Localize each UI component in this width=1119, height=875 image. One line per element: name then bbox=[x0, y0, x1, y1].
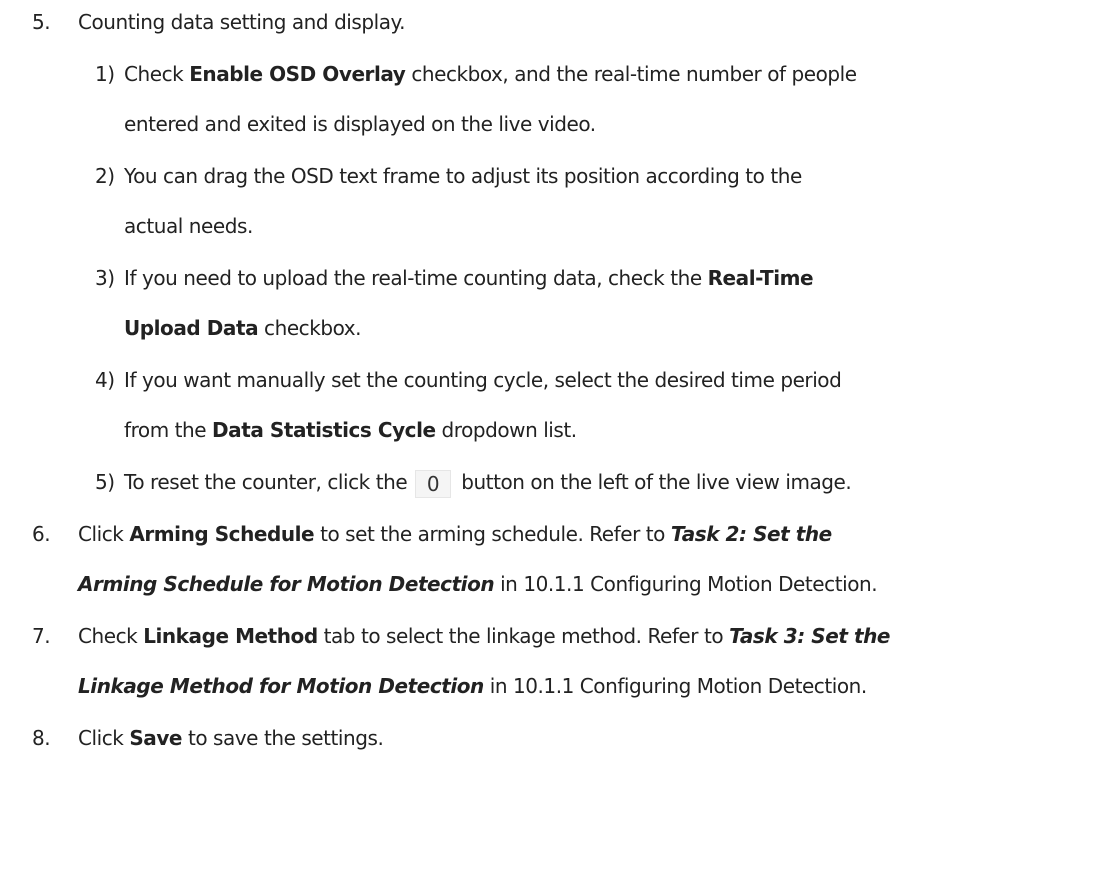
substep-5-post: button on the left of the live view imag… bbox=[461, 470, 852, 494]
step-6-line-2: Arming Schedule for Motion Detection in … bbox=[78, 572, 878, 596]
upload-data-term: Upload Data bbox=[124, 316, 259, 340]
substep-3-number: 3) bbox=[95, 266, 115, 290]
task-2-reference-part-2: Arming Schedule for Motion Detection bbox=[78, 572, 495, 596]
task-3-reference-part-2: Linkage Method for Motion Detection bbox=[78, 674, 484, 698]
reset-counter-button: 0 bbox=[415, 470, 452, 498]
task-2-reference-part-1: Task 2: Set the bbox=[670, 522, 832, 546]
substep-4-number: 4) bbox=[95, 368, 115, 392]
save-term: Save bbox=[129, 726, 183, 750]
substep-1-post: checkbox, and the real-time number of pe… bbox=[405, 62, 857, 86]
data-statistics-cycle-term: Data Statistics Cycle bbox=[212, 418, 436, 442]
substep-1-line-1: Check Enable OSD Overlay checkbox, and t… bbox=[124, 62, 857, 86]
step-8-number: 8. bbox=[32, 726, 51, 750]
substep-1-line-2: entered and exited is displayed on the l… bbox=[124, 112, 596, 136]
substep-2-number: 2) bbox=[95, 164, 115, 188]
step-6-number: 6. bbox=[32, 522, 51, 546]
step-7-number: 7. bbox=[32, 624, 51, 648]
step-6-pre: Click bbox=[78, 522, 130, 546]
substep-1-number: 1) bbox=[95, 62, 115, 86]
substep-5-line: To reset the counter, click the 0 button o… bbox=[124, 470, 852, 498]
step-5-number: 5. bbox=[32, 10, 51, 34]
step-7-line-1: Check Linkage Method tab to select the l… bbox=[78, 624, 890, 648]
step-8-pre: Click bbox=[78, 726, 130, 750]
document-page: 5. Counting data setting and display. 1)… bbox=[0, 0, 1119, 875]
step-6-line-1: Click Arming Schedule to set the arming … bbox=[78, 522, 832, 546]
step-7-pre: Check bbox=[78, 624, 144, 648]
substep-2-line-2: actual needs. bbox=[124, 214, 253, 238]
step-8-line: Click Save to save the settings. bbox=[78, 726, 384, 750]
step-6-mid: to set the arming schedule. Refer to bbox=[314, 522, 671, 546]
substep-4-line-1: If you want manually set the counting cy… bbox=[124, 368, 842, 392]
substep-3-pre: If you need to upload the real-time coun… bbox=[124, 266, 708, 290]
substep-3-line-2: Upload Data checkbox. bbox=[124, 316, 362, 340]
step-7-post: in 10.1.1 Configuring Motion Detection. bbox=[483, 674, 867, 698]
substep-5-number: 5) bbox=[95, 470, 115, 494]
substep-5-pre: To reset the counter, click the bbox=[124, 470, 408, 494]
substep-4-post: dropdown list. bbox=[435, 418, 578, 442]
linkage-method-term: Linkage Method bbox=[143, 624, 318, 648]
step-7-line-2: Linkage Method for Motion Detection in 1… bbox=[78, 674, 867, 698]
substep-1-pre: Check bbox=[124, 62, 190, 86]
substep-3-post: checkbox. bbox=[258, 316, 362, 340]
step-8-post: to save the settings. bbox=[182, 726, 384, 750]
substep-2-line-1: You can drag the OSD text frame to adjus… bbox=[124, 164, 802, 188]
task-3-reference-part-1: Task 3: Set the bbox=[729, 624, 890, 648]
step-5-text: Counting data setting and display. bbox=[78, 10, 405, 34]
step-7-mid: tab to select the linkage method. Refer … bbox=[317, 624, 730, 648]
enable-osd-overlay-term: Enable OSD Overlay bbox=[189, 62, 406, 86]
step-6-post: in 10.1.1 Configuring Motion Detection. bbox=[494, 572, 878, 596]
substep-3-line-1: If you need to upload the real-time coun… bbox=[124, 266, 814, 290]
real-time-term: Real-Time bbox=[707, 266, 814, 290]
substep-4-line-2: from the Data Statistics Cycle dropdown … bbox=[124, 418, 577, 442]
arming-schedule-term: Arming Schedule bbox=[129, 522, 315, 546]
substep-4-pre: from the bbox=[124, 418, 213, 442]
